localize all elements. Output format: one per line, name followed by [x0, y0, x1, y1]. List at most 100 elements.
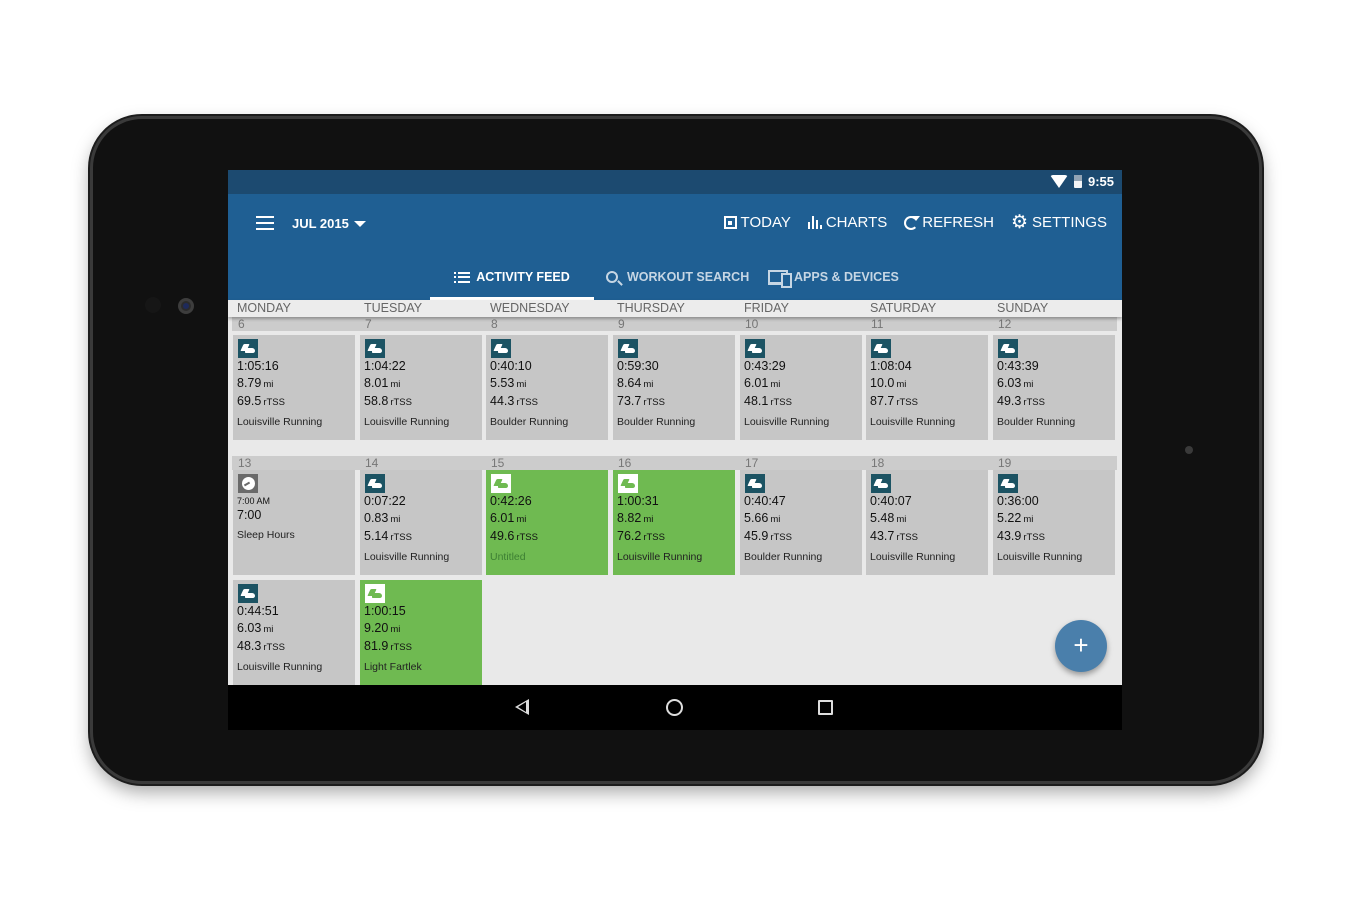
running-shoe-icon — [1002, 344, 1015, 353]
app-screen: 9:55 JUL 2015 TODAY CHARTS REFRESH ⚙ SET… — [228, 170, 1122, 730]
workout-card[interactable]: 0:40:47 5.66 mi 45.9 rTSS Boulder Running — [740, 470, 862, 575]
tss-value: 49.3 — [997, 394, 1022, 408]
status-time: 9:55 — [1087, 174, 1114, 189]
workout-distance: 6.03 mi — [237, 620, 351, 638]
workout-tss: 43.7 rTSS — [870, 528, 984, 546]
workout-title: Louisville Running — [364, 416, 450, 428]
settings-label: SETTINGS — [1031, 214, 1107, 231]
charts-label: CHARTS — [825, 214, 888, 231]
settings-button[interactable]: ⚙ SETTINGS — [1011, 213, 1107, 232]
metric-title: Sleep Hours — [237, 529, 295, 541]
workout-distance: 8.64 mi — [617, 375, 731, 393]
hamburger-menu-icon[interactable] — [256, 216, 274, 230]
workout-distance: 10.0 mi — [870, 375, 984, 393]
recents-icon[interactable] — [818, 700, 833, 715]
workout-duration: 1:00:31 — [617, 494, 659, 508]
tss-value: 81.9 — [364, 639, 389, 653]
workout-card[interactable]: 0:44:51 6.03 mi 48.3 rTSS Louisville Running — [233, 580, 355, 685]
tss-unit: rTSS — [896, 397, 918, 408]
add-workout-button[interactable]: + — [1055, 620, 1107, 672]
date-number: 15 — [491, 456, 505, 470]
running-shoe-icon — [1002, 479, 1015, 488]
workout-type-badge — [871, 474, 891, 493]
tss-value: 43.9 — [997, 529, 1022, 543]
back-icon[interactable] — [515, 699, 529, 715]
distance-value: 9.20 — [364, 621, 389, 635]
tss-unit: rTSS — [1023, 532, 1045, 543]
workout-distance: 6.01 mi — [490, 510, 604, 528]
tss-value: 76.2 — [617, 529, 642, 543]
distance-value: 6.03 — [237, 621, 262, 635]
tab-activity-feed[interactable]: ACTIVITY FEED — [430, 254, 594, 300]
tss-unit: rTSS — [770, 397, 792, 408]
tss-unit: rTSS — [390, 532, 412, 543]
running-shoe-icon — [369, 479, 382, 488]
workout-title: Boulder Running — [744, 551, 823, 563]
workout-card[interactable]: 0:43:29 6.01 mi 48.1 rTSS Louisville Running — [740, 335, 862, 440]
tab-apps-devices[interactable]: APPS & DEVICES — [768, 254, 899, 300]
today-button[interactable]: TODAY — [723, 214, 791, 231]
workout-card[interactable]: 0:43:39 6.03 mi 49.3 rTSS Boulder Running — [993, 335, 1115, 440]
list-icon — [454, 271, 471, 283]
workout-card[interactable]: 1:08:04 10.0 mi 87.7 rTSS Louisville Running — [866, 335, 988, 440]
workout-title: Louisville Running — [997, 551, 1083, 563]
tss-value: 44.3 — [490, 394, 515, 408]
month-selector[interactable]: JUL 2015 — [292, 216, 366, 231]
workout-distance: 5.48 mi — [870, 510, 984, 528]
workout-card[interactable]: 0:36:00 5.22 mi 43.9 rTSS Louisville Running — [993, 470, 1115, 575]
distance-unit: mi — [896, 379, 907, 390]
sleep-metric-card[interactable]: 7:00 AM 7:00 Sleep Hours — [233, 470, 355, 575]
tab-workout-search[interactable]: WORKOUT SEARCH — [606, 254, 749, 300]
workout-duration: 0:42:26 — [490, 494, 532, 508]
workout-card[interactable]: 0:07:22 0.83 mi 5.14 rTSS Louisville Running — [360, 470, 482, 575]
workout-duration: 1:05:16 — [237, 359, 279, 373]
workout-card[interactable]: 0:40:07 5.48 mi 43.7 rTSS Louisville Running — [866, 470, 988, 575]
workout-tss: 49.3 rTSS — [997, 393, 1111, 411]
workout-type-badge — [745, 474, 765, 493]
weekday-label: MONDAY — [237, 301, 291, 315]
workout-title: Boulder Running — [997, 416, 1076, 428]
date-number: 6 — [238, 317, 245, 331]
distance-unit: mi — [263, 379, 274, 390]
distance-value: 6.03 — [997, 376, 1022, 390]
workout-title: Louisville Running — [870, 551, 956, 563]
distance-unit: mi — [643, 514, 654, 525]
distance-value: 6.01 — [744, 376, 769, 390]
light-sensor — [1185, 446, 1193, 454]
charts-button[interactable]: CHARTS — [807, 214, 888, 231]
workout-duration: 0:43:29 — [744, 359, 786, 373]
workout-card[interactable]: 0:40:10 5.53 mi 44.3 rTSS Boulder Running — [486, 335, 608, 440]
workout-card[interactable]: 1:00:15 9.20 mi 81.9 rTSS Light Fartlek — [360, 580, 482, 685]
date-number: 17 — [745, 456, 759, 470]
distance-value: 5.66 — [744, 511, 769, 525]
workout-title: Louisville Running — [617, 551, 703, 563]
workout-title: Louisville Running — [237, 661, 323, 673]
workout-card[interactable]: 0:42:26 6.01 mi 49.6 rTSS Untitled — [486, 470, 608, 575]
tss-unit: rTSS — [1023, 397, 1045, 408]
home-icon[interactable] — [666, 699, 683, 716]
distance-value: 6.01 — [490, 511, 515, 525]
workout-title: Louisville Running — [744, 416, 830, 428]
workout-card[interactable]: 0:59:30 8.64 mi 73.7 rTSS Boulder Running — [613, 335, 735, 440]
refresh-button[interactable]: REFRESH — [904, 214, 994, 231]
workout-title: Untitled — [490, 551, 526, 563]
workout-type-badge — [491, 474, 511, 493]
tss-unit: rTSS — [896, 532, 918, 543]
workout-card[interactable]: 1:05:16 8.79 mi 69.5 rTSS Louisville Running — [233, 335, 355, 440]
workout-tss: 44.3 rTSS — [490, 393, 604, 411]
workout-type-badge — [745, 339, 765, 358]
workout-distance: 5.53 mi — [490, 375, 604, 393]
workout-card[interactable]: 1:04:22 8.01 mi 58.8 rTSS Louisville Running — [360, 335, 482, 440]
distance-unit: mi — [643, 379, 654, 390]
workout-card[interactable]: 1:00:31 8.82 mi 76.2 rTSS Louisville Running — [613, 470, 735, 575]
status-bar: 9:55 — [228, 170, 1122, 194]
weekday-label: SUNDAY — [997, 301, 1049, 315]
distance-value: 5.22 — [997, 511, 1022, 525]
date-row: 6 7 8 9 10 11 12 — [232, 317, 1117, 331]
metric-value: 7:00 — [237, 508, 262, 522]
tss-value: 48.3 — [237, 639, 262, 653]
workout-tss: 48.1 rTSS — [744, 393, 858, 411]
running-shoe-icon — [369, 589, 382, 598]
workout-duration: 0:36:00 — [997, 494, 1039, 508]
workout-type-badge — [618, 339, 638, 358]
